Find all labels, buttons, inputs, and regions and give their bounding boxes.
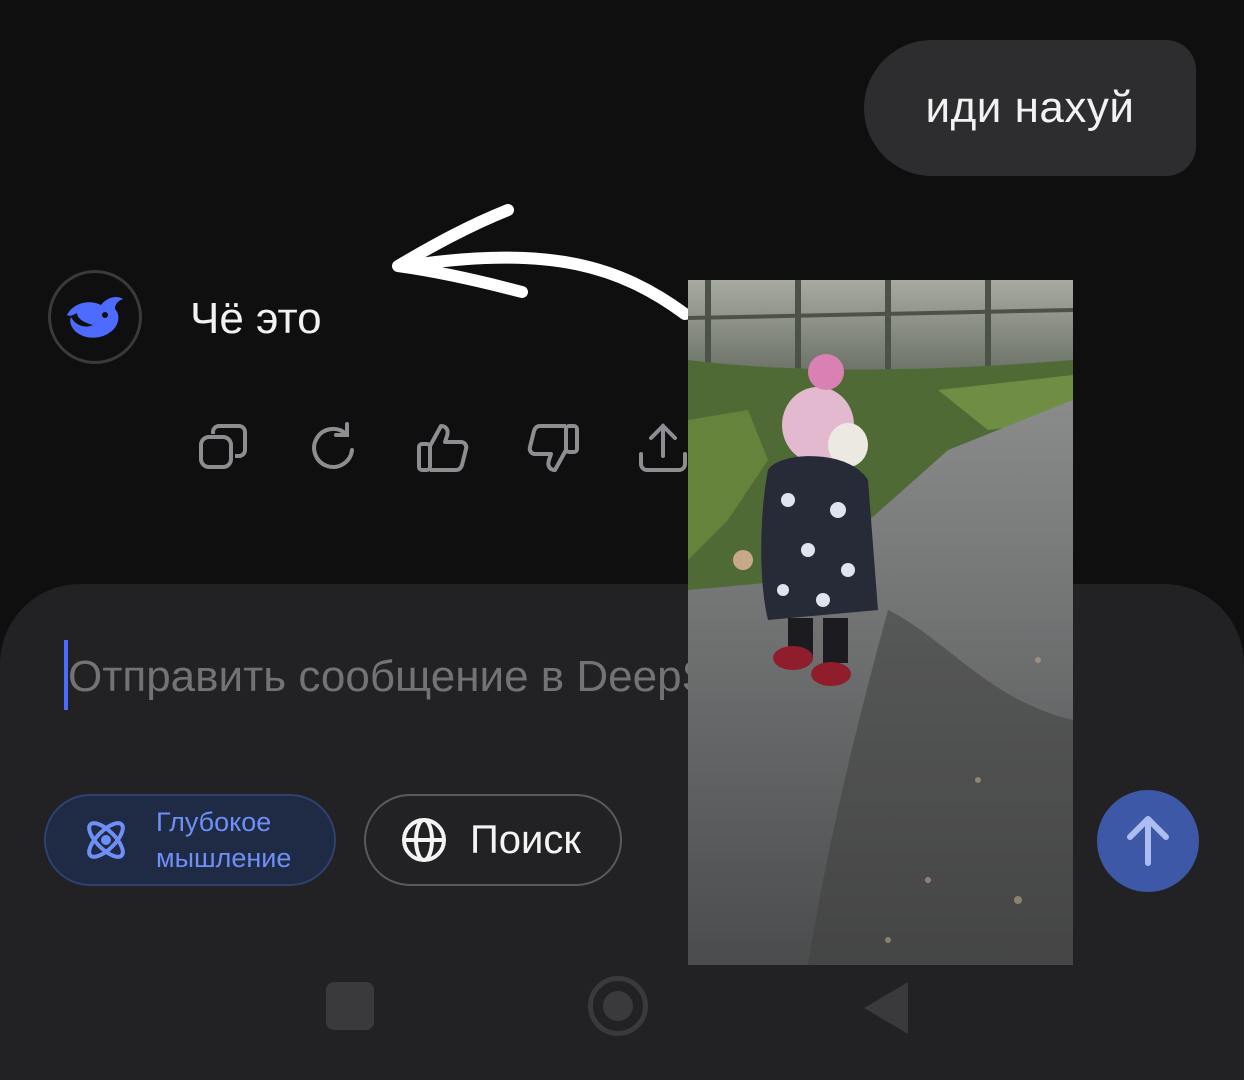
overlay-photo [688, 280, 1073, 965]
search-label: Поиск [470, 817, 581, 862]
message-input[interactable]: Отправить сообщение в DeepSeek [68, 644, 688, 710]
assistant-avatar [48, 270, 142, 364]
deepseek-whale-icon [67, 297, 123, 338]
child-walking-photo [688, 280, 1073, 965]
send-button[interactable] [1097, 790, 1199, 892]
search-button[interactable]: Поиск [364, 794, 622, 886]
deep-thinking-label: Глубокое мышление [156, 807, 292, 873]
home-button[interactable] [588, 976, 648, 1036]
user-message-bubble: иди нахуй [864, 40, 1196, 176]
assistant-reply-text: Чё это [190, 294, 322, 343]
recent-apps-button[interactable] [326, 982, 374, 1030]
arrow-up-icon [1127, 816, 1169, 866]
deep-thinking-button[interactable]: Глубокое мышление [44, 794, 336, 886]
globe-icon [402, 818, 446, 862]
atom-icon [87, 821, 125, 859]
copy-icon[interactable] [195, 420, 251, 476]
thumbs-up-icon[interactable] [415, 420, 471, 476]
regenerate-icon[interactable] [305, 420, 361, 476]
back-button[interactable] [860, 980, 910, 1036]
share-icon[interactable] [635, 420, 691, 476]
annotation-arrow [392, 204, 690, 320]
thumbs-down-icon[interactable] [525, 420, 581, 476]
user-message-text: иди нахуй [925, 83, 1135, 132]
